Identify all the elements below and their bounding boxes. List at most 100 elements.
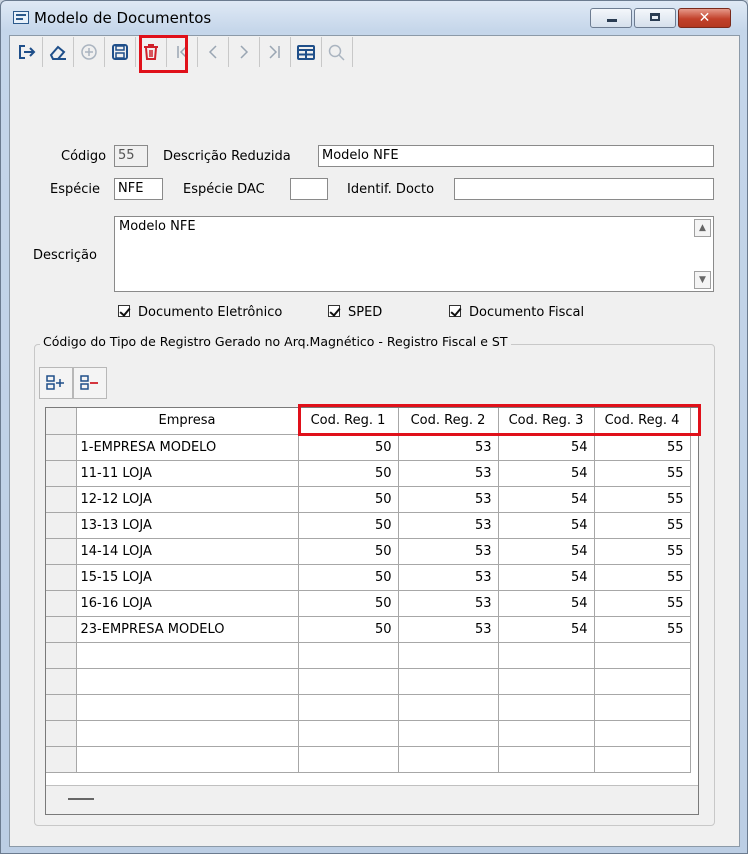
grid-view-button[interactable]	[291, 37, 322, 67]
row-indicator[interactable]	[46, 642, 77, 669]
cell-cod-reg-3[interactable]: 54	[498, 486, 595, 513]
row-indicator[interactable]	[46, 434, 77, 461]
cell-cod-reg-3[interactable]: 54	[498, 616, 595, 643]
empty-cell[interactable]	[298, 694, 399, 721]
minimize-button[interactable]	[590, 8, 632, 28]
empty-cell[interactable]	[498, 720, 595, 747]
cell-cod-reg-4[interactable]: 55	[594, 590, 691, 617]
row-indicator[interactable]	[46, 720, 77, 747]
empty-cell[interactable]	[594, 746, 691, 773]
empty-table-row[interactable]	[46, 720, 691, 747]
close-button[interactable]: ✕	[678, 8, 731, 28]
cell-empresa[interactable]: 12-12 LOJA	[76, 486, 299, 513]
empty-cell[interactable]	[76, 642, 299, 669]
cell-empresa[interactable]: 23-EMPRESA MODELO	[76, 616, 299, 643]
column-header-empresa[interactable]: Empresa	[76, 408, 299, 435]
title-bar[interactable]: Modelo de Documentos ✕	[1, 1, 747, 35]
cell-empresa[interactable]: 16-16 LOJA	[76, 590, 299, 617]
row-indicator[interactable]	[46, 746, 77, 773]
empty-cell[interactable]	[298, 668, 399, 695]
cell-cod-reg-3[interactable]: 54	[498, 512, 595, 539]
empty-cell[interactable]	[498, 746, 595, 773]
table-row[interactable]: 23-EMPRESA MODELO 50 53 54 55	[46, 616, 691, 643]
table-row[interactable]: 12-12 LOJA 50 53 54 55	[46, 486, 691, 513]
empty-table-row[interactable]	[46, 746, 691, 773]
cell-cod-reg-1[interactable]: 50	[298, 486, 399, 513]
empty-cell[interactable]	[298, 720, 399, 747]
sped-checkbox[interactable]: SPED	[328, 304, 382, 322]
cell-empresa[interactable]: 14-14 LOJA	[76, 538, 299, 565]
table-row[interactable]: 14-14 LOJA 50 53 54 55	[46, 538, 691, 565]
maximize-button[interactable]	[634, 8, 676, 28]
cell-cod-reg-1[interactable]: 50	[298, 512, 399, 539]
empty-cell[interactable]	[498, 694, 595, 721]
empty-cell[interactable]	[76, 694, 299, 721]
table-row[interactable]: 13-13 LOJA 50 53 54 55	[46, 512, 691, 539]
exit-button[interactable]	[12, 37, 43, 67]
codigo-field[interactable]: 55	[114, 145, 148, 167]
row-indicator[interactable]	[46, 538, 77, 565]
empty-cell[interactable]	[398, 694, 499, 721]
cell-cod-reg-4[interactable]: 55	[594, 564, 691, 591]
search-button[interactable]	[322, 37, 353, 67]
cell-empresa[interactable]: 11-11 LOJA	[76, 460, 299, 487]
empty-cell[interactable]	[594, 642, 691, 669]
empty-cell[interactable]	[76, 720, 299, 747]
cell-cod-reg-1[interactable]: 50	[298, 460, 399, 487]
row-indicator[interactable]	[46, 590, 77, 617]
next-record-button[interactable]	[229, 37, 260, 67]
empty-cell[interactable]	[76, 668, 299, 695]
cell-cod-reg-3[interactable]: 54	[498, 590, 595, 617]
row-indicator[interactable]	[46, 694, 77, 721]
row-indicator[interactable]	[46, 486, 77, 513]
cell-cod-reg-4[interactable]: 55	[594, 538, 691, 565]
last-record-button[interactable]	[260, 37, 291, 67]
empty-cell[interactable]	[594, 668, 691, 695]
empty-table-row[interactable]	[46, 668, 691, 695]
empty-cell[interactable]	[398, 668, 499, 695]
row-indicator[interactable]	[46, 460, 77, 487]
cell-cod-reg-4[interactable]: 55	[594, 434, 691, 461]
add-row-button[interactable]	[39, 367, 73, 399]
cell-cod-reg-2[interactable]: 53	[398, 460, 499, 487]
cell-cod-reg-3[interactable]: 54	[498, 460, 595, 487]
empty-cell[interactable]	[298, 642, 399, 669]
especie-field[interactable]: NFE	[114, 178, 163, 200]
cell-cod-reg-1[interactable]: 50	[298, 434, 399, 461]
empty-cell[interactable]	[398, 720, 499, 747]
cell-cod-reg-2[interactable]: 53	[398, 616, 499, 643]
cell-cod-reg-2[interactable]: 53	[398, 538, 499, 565]
descricao-reduzida-field[interactable]: Modelo NFE	[318, 145, 714, 167]
cell-empresa[interactable]: 13-13 LOJA	[76, 512, 299, 539]
save-button[interactable]	[105, 37, 136, 67]
empty-cell[interactable]	[594, 694, 691, 721]
especie-dac-field[interactable]	[290, 178, 328, 200]
cell-cod-reg-1[interactable]: 50	[298, 590, 399, 617]
descricao-memo[interactable]: Modelo NFE ▲ ▼	[114, 216, 714, 292]
row-indicator[interactable]	[46, 564, 77, 591]
scroll-up-button[interactable]: ▲	[694, 219, 711, 237]
empty-table-row[interactable]	[46, 694, 691, 721]
empty-cell[interactable]	[594, 720, 691, 747]
identif-docto-field[interactable]	[454, 178, 714, 200]
empty-cell[interactable]	[76, 746, 299, 773]
cell-cod-reg-3[interactable]: 54	[498, 538, 595, 565]
scroll-down-button[interactable]: ▼	[694, 271, 711, 289]
cell-cod-reg-2[interactable]: 53	[398, 590, 499, 617]
cell-cod-reg-4[interactable]: 55	[594, 486, 691, 513]
cell-cod-reg-1[interactable]: 50	[298, 538, 399, 565]
cell-cod-reg-1[interactable]: 50	[298, 564, 399, 591]
cell-cod-reg-3[interactable]: 54	[498, 434, 595, 461]
table-row[interactable]: 11-11 LOJA 50 53 54 55	[46, 460, 691, 487]
previous-record-button[interactable]	[198, 37, 229, 67]
cell-cod-reg-2[interactable]: 53	[398, 512, 499, 539]
row-indicator[interactable]	[46, 616, 77, 643]
insert-button[interactable]	[74, 37, 105, 67]
cell-empresa[interactable]: 1-EMPRESA MODELO	[76, 434, 299, 461]
row-indicator[interactable]	[46, 668, 77, 695]
cell-cod-reg-2[interactable]: 53	[398, 564, 499, 591]
documento-fiscal-checkbox[interactable]: Documento Fiscal	[449, 304, 584, 322]
cell-cod-reg-2[interactable]: 53	[398, 434, 499, 461]
documento-eletronico-checkbox[interactable]: Documento Eletrônico	[118, 304, 282, 322]
cell-cod-reg-1[interactable]: 50	[298, 616, 399, 643]
